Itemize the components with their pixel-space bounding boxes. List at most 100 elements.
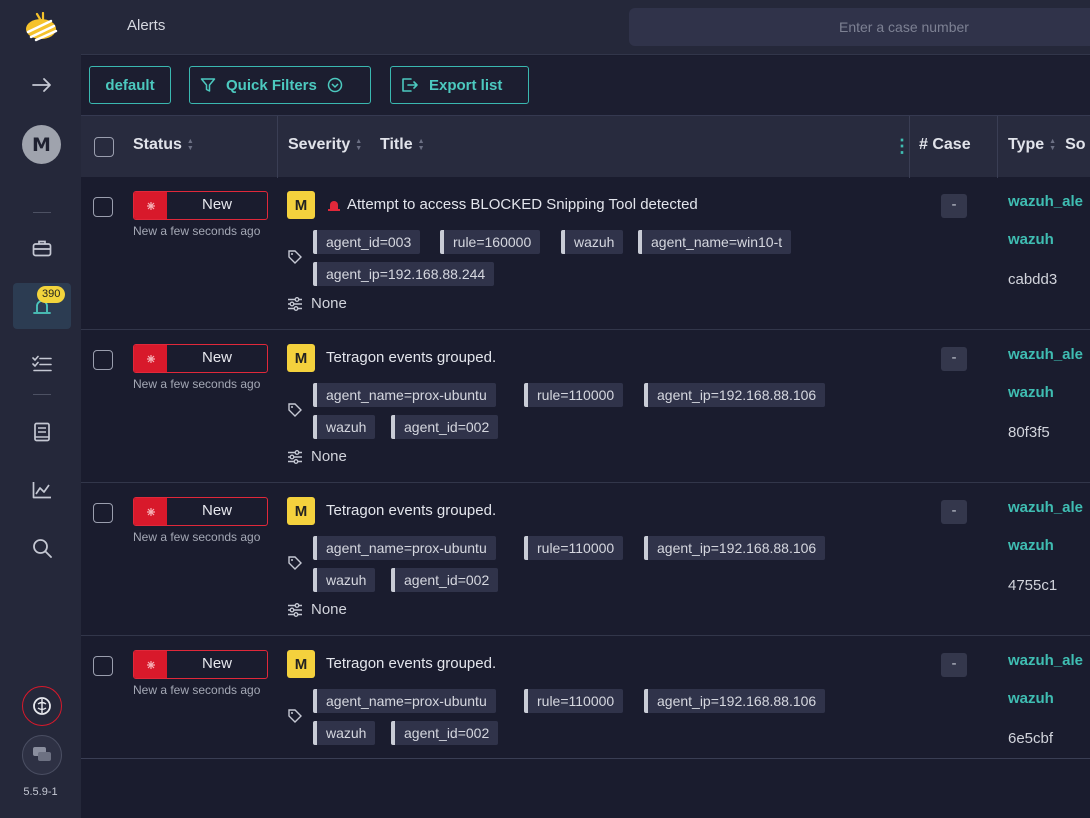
- column-title[interactable]: Title ▲ ▼: [380, 136, 425, 154]
- sidebar-item-cases[interactable]: [13, 225, 71, 271]
- tag[interactable]: agent_name=prox-ubuntu: [313, 689, 496, 713]
- column-status[interactable]: Status ▲ ▼: [133, 136, 194, 154]
- brain-icon: [33, 697, 51, 715]
- export-list-button[interactable]: Export list: [390, 66, 529, 104]
- column-case-label: # Case: [919, 136, 971, 153]
- tag[interactable]: agent_ip=192.168.88.106: [644, 383, 826, 407]
- filter-icon: [200, 78, 216, 92]
- new-status-icon: [134, 192, 167, 219]
- alert-title-link[interactable]: Tetragon events grouped.: [326, 349, 496, 366]
- sliders-icon: [288, 602, 302, 617]
- severity-badge: M: [287, 344, 315, 372]
- column-case[interactable]: # Case: [919, 136, 971, 154]
- column-type[interactable]: Type ▲ ▼ So: [1008, 136, 1086, 154]
- status-label: New: [201, 196, 232, 213]
- alert-source-link[interactable]: wazuh: [1008, 537, 1054, 554]
- status-label: New: [201, 502, 232, 519]
- brain-button[interactable]: [22, 686, 62, 726]
- alert-source-link[interactable]: wazuh: [1008, 384, 1054, 401]
- tag[interactable]: agent_id=002: [391, 415, 499, 439]
- case-cell: -: [941, 500, 967, 524]
- alert-source-link[interactable]: wazuh: [1008, 690, 1054, 707]
- quick-filters-button[interactable]: Quick Filters: [189, 66, 371, 104]
- column-divider: [909, 116, 910, 178]
- status-badge[interactable]: New: [133, 497, 268, 526]
- tag[interactable]: wazuh: [313, 568, 376, 592]
- user-avatar[interactable]: M: [22, 125, 61, 164]
- case-number-search-input[interactable]: [629, 8, 1090, 46]
- tag-icon: [287, 249, 303, 269]
- tag[interactable]: agent_id=002: [391, 568, 499, 592]
- alerts-table-header: Status ▲ ▼ Severity ▲ ▼ Title ▲ ▼ ⋮ # Case …: [81, 115, 1090, 178]
- chat-button[interactable]: [22, 735, 62, 775]
- quick-filters-label: Quick Filters: [226, 76, 317, 94]
- alert-source-ref: cabdd3: [1008, 271, 1058, 288]
- tag[interactable]: agent_id=002: [391, 721, 499, 745]
- sliders-icon: [288, 296, 302, 311]
- status-badge[interactable]: New: [133, 650, 268, 679]
- alert-title-link[interactable]: Tetragon events grouped.: [326, 655, 496, 672]
- alert-type-link[interactable]: wazuh_ale: [1008, 652, 1083, 669]
- alert-type-link[interactable]: wazuh_ale: [1008, 193, 1083, 210]
- tag[interactable]: wazuh: [561, 230, 624, 254]
- status-timestamp: New a few seconds ago: [133, 224, 261, 238]
- arrow-right-icon: [32, 78, 51, 92]
- severity-badge: M: [287, 497, 315, 525]
- row-checkbox[interactable]: [93, 197, 113, 217]
- column-severity[interactable]: Severity ▲ ▼: [288, 136, 362, 154]
- case-cell: -: [941, 347, 967, 371]
- default-filter-button[interactable]: default: [89, 66, 171, 104]
- status-label: New: [201, 655, 232, 672]
- tag[interactable]: rule=160000: [440, 230, 541, 254]
- status-badge[interactable]: New: [133, 344, 268, 373]
- alert-title: Tetragon events grouped.: [326, 349, 497, 366]
- new-status-icon: [134, 498, 167, 525]
- table-row[interactable]: New New a few seconds ago M Tetragon eve…: [81, 637, 1090, 758]
- app-logo[interactable]: [0, 0, 81, 55]
- tag[interactable]: wazuh: [313, 721, 376, 745]
- alert-title-link[interactable]: Tetragon events grouped.: [326, 502, 496, 519]
- select-all-checkbox[interactable]: [94, 137, 114, 157]
- alert-type-link[interactable]: wazuh_ale: [1008, 346, 1083, 363]
- tag[interactable]: agent_id=003: [313, 230, 421, 254]
- sidebar-divider: [33, 212, 51, 213]
- table-row[interactable]: New New a few seconds ago M Tetragon eve…: [81, 331, 1090, 483]
- alert-title: Tetragon events grouped.: [326, 655, 497, 672]
- app-version: 5.5.9-1: [23, 786, 58, 798]
- sidebar-item-manage[interactable]: [13, 409, 71, 455]
- tag[interactable]: agent_name=win10-t: [638, 230, 792, 254]
- tag[interactable]: agent_name=prox-ubuntu: [313, 536, 496, 560]
- sidebar-item-dashboard[interactable]: [13, 467, 71, 513]
- tag[interactable]: agent_ip=192.168.88.106: [644, 536, 826, 560]
- row-checkbox[interactable]: [93, 656, 113, 676]
- tag[interactable]: agent_ip=192.168.88.106: [644, 689, 826, 713]
- expand-sidebar-button[interactable]: [13, 62, 71, 108]
- export-list-label: Export list: [429, 76, 503, 94]
- alert-title-link[interactable]: Attempt to access BLOCKED Snipping Tool …: [327, 196, 698, 213]
- tag[interactable]: rule=110000: [524, 536, 624, 560]
- tag[interactable]: wazuh: [313, 415, 376, 439]
- alert-type-link[interactable]: wazuh_ale: [1008, 499, 1083, 516]
- status-badge[interactable]: New: [133, 191, 268, 220]
- sidebar-item-search[interactable]: [13, 525, 71, 571]
- tag[interactable]: rule=110000: [524, 383, 624, 407]
- table-row[interactable]: New New a few seconds ago M Tetragon eve…: [81, 484, 1090, 636]
- row-checkbox[interactable]: [93, 350, 113, 370]
- tag-icon: [287, 402, 303, 422]
- chart-icon: [32, 482, 51, 499]
- sidebar: M 390 5.5.9-1: [0, 0, 81, 818]
- sort-icon: ▲ ▼: [186, 138, 194, 152]
- column-divider: [997, 116, 998, 178]
- tag-icon: [287, 555, 303, 575]
- alert-source-link[interactable]: wazuh: [1008, 231, 1054, 248]
- status-timestamp: New a few seconds ago: [133, 683, 261, 697]
- row-checkbox[interactable]: [93, 503, 113, 523]
- tag[interactable]: agent_name=prox-ubuntu: [313, 383, 496, 407]
- tag[interactable]: rule=110000: [524, 689, 624, 713]
- briefcase-icon: [32, 240, 52, 257]
- none-label: None: [311, 295, 347, 312]
- status-timestamp: New a few seconds ago: [133, 530, 261, 544]
- tag[interactable]: agent_ip=192.168.88.244: [313, 262, 495, 286]
- table-row[interactable]: New New a few seconds ago M Attempt to a…: [81, 178, 1090, 330]
- sidebar-item-tasks[interactable]: [13, 341, 71, 387]
